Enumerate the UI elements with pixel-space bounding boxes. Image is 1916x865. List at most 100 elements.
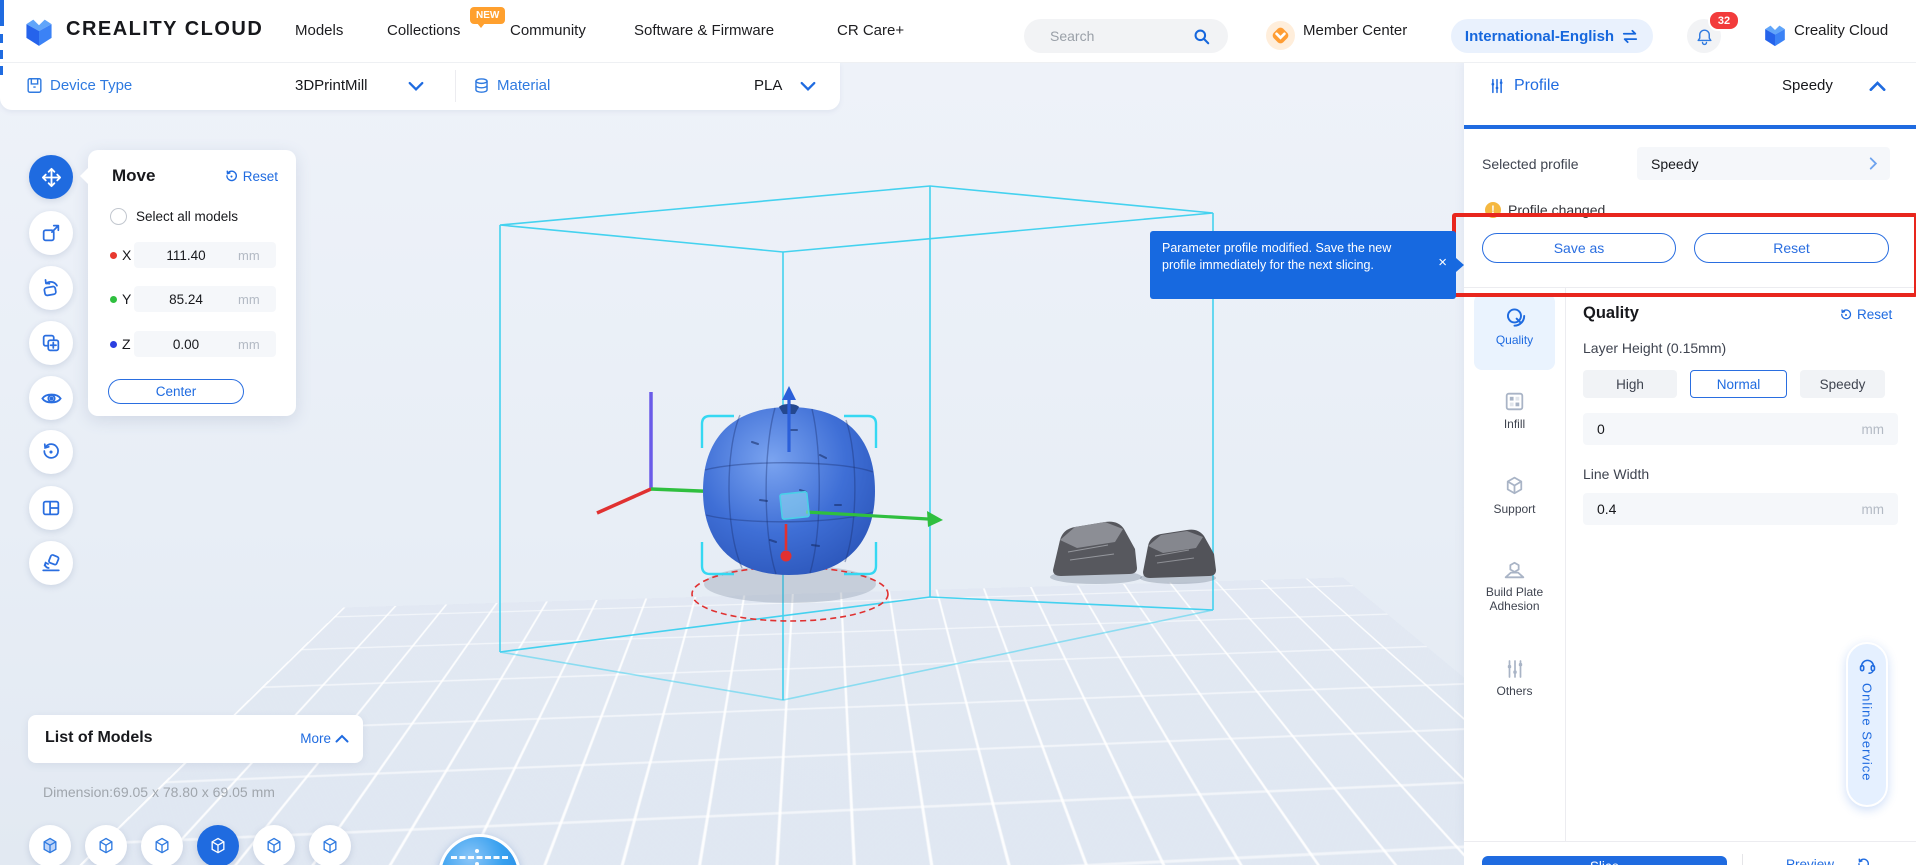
tool-move-button[interactable] (29, 155, 73, 199)
center-button[interactable]: Center (108, 379, 244, 404)
headset-icon (1858, 656, 1877, 675)
material-spool-icon (472, 76, 491, 95)
select-all-label: Select all models (136, 209, 238, 224)
x-position-value: 111.40 (134, 248, 238, 263)
view-orientation-button-5[interactable] (253, 825, 295, 865)
slice-footer-bar: Slice Preview (1464, 841, 1916, 865)
y-position-value: 85.24 (134, 292, 238, 307)
line-width-input[interactable]: 0.4 mm (1583, 493, 1898, 525)
profile-reset-button[interactable]: Reset (1694, 233, 1889, 263)
brand-wordmark[interactable]: CREALITY CLOUD (66, 18, 263, 41)
app-window: CREALITY CLOUD Models Collections Commun… (0, 0, 1916, 865)
reset-icon (1839, 308, 1853, 322)
collapse-chevron-up-icon[interactable] (1869, 80, 1886, 92)
dimension-readout: Dimension:69.05 x 78.80 x 69.05 mm (43, 784, 275, 800)
view-orientation-button-6[interactable] (309, 825, 351, 865)
account-avatar-icon[interactable] (1762, 22, 1788, 47)
profile-changed-text: Profile changed. (1508, 202, 1609, 218)
cube-view-icon (264, 836, 284, 856)
chevron-down-icon[interactable] (408, 81, 424, 92)
profile-changed-notice: ! Profile changed. (1485, 202, 1609, 218)
tab-support[interactable]: Support (1474, 474, 1555, 517)
split-view-icon (40, 497, 62, 519)
quality-section-title: Quality (1583, 304, 1639, 323)
preset-speedy-button[interactable]: Speedy (1800, 370, 1885, 398)
z-axis-dot (110, 341, 117, 348)
info-icon: ! (1485, 202, 1501, 218)
tab-quality[interactable]: Quality (1474, 294, 1555, 370)
divider (1565, 288, 1566, 841)
cube-view-icon (152, 836, 172, 856)
panel-accent-underline (1464, 125, 1916, 129)
save-as-button[interactable]: Save as (1482, 233, 1676, 263)
more-button[interactable]: More (300, 731, 349, 746)
tab-infill[interactable]: Infill (1474, 389, 1555, 432)
more-label: More (300, 731, 331, 746)
chevron-up-icon (335, 734, 349, 743)
nav-item-community[interactable]: Community (510, 22, 586, 39)
line-width-value: 0.4 (1597, 501, 1616, 517)
clone-icon (40, 332, 62, 354)
tool-split-view-button[interactable] (29, 486, 73, 530)
x-position-input[interactable]: 111.40 mm (134, 242, 276, 268)
device-type-value[interactable]: 3DPrintMill (295, 77, 368, 94)
tool-clone-button[interactable] (29, 321, 73, 365)
build-plate-adhesion-icon (1502, 557, 1527, 582)
new-badge: NEW (470, 7, 505, 24)
tool-reset-rotation-button[interactable] (29, 430, 73, 474)
layer-height-input[interactable]: 0 mm (1583, 413, 1898, 445)
preset-normal-button[interactable]: Normal (1690, 370, 1787, 398)
tool-scale-button[interactable] (29, 211, 73, 255)
move-reset-button[interactable]: Reset (224, 169, 278, 184)
selected-profile-value: Speedy (1651, 156, 1698, 172)
cube-view-icon (40, 836, 60, 856)
tab-others[interactable]: Others (1474, 657, 1555, 699)
tab-build-plate-adhesion[interactable]: Build Plate Adhesion (1474, 557, 1555, 614)
preview-refresh-icon[interactable] (1856, 857, 1871, 865)
slice-button[interactable]: Slice (1482, 856, 1727, 865)
tool-rotate-button[interactable] (29, 266, 73, 310)
tab-support-label: Support (1474, 503, 1555, 517)
tooltip-text: Parameter profile modified. Save the new… (1162, 241, 1391, 272)
account-label[interactable]: Creality Cloud (1794, 22, 1888, 39)
tool-lay-flat-button[interactable] (29, 541, 73, 585)
list-of-models-panel: List of Models More (28, 715, 363, 763)
y-position-input[interactable]: 85.24 mm (134, 286, 276, 312)
search-icon[interactable] (1192, 27, 1211, 46)
material-value[interactable]: PLA (754, 77, 782, 94)
member-center-label[interactable]: Member Center (1303, 22, 1407, 39)
search-bar[interactable] (1024, 19, 1228, 53)
view-orientation-button-1[interactable] (29, 825, 71, 865)
nav-item-models[interactable]: Models (295, 22, 343, 39)
search-input[interactable] (1048, 27, 1192, 45)
edge-accent (0, 66, 3, 75)
tool-view-button[interactable] (29, 376, 73, 420)
language-switcher[interactable]: International-English (1451, 19, 1653, 53)
axis-row-y: Y 85.24 mm (88, 286, 296, 312)
nav-item-collections[interactable]: Collections (387, 22, 460, 39)
online-service-button[interactable]: Online Service (1846, 642, 1888, 807)
tooltip-close-icon[interactable]: × (1438, 255, 1447, 270)
creality-logo-icon[interactable] (22, 15, 56, 47)
preset-high-button[interactable]: High (1583, 370, 1677, 398)
tab-infill-label: Infill (1474, 418, 1555, 432)
z-position-input[interactable]: 0.00 mm (134, 331, 276, 357)
view-orientation-button-3[interactable] (141, 825, 183, 865)
selected-profile-select[interactable]: Speedy (1637, 147, 1890, 180)
parameter-modified-tooltip: Parameter profile modified. Save the new… (1150, 231, 1456, 299)
move-reset-label: Reset (243, 169, 278, 184)
select-all-radio[interactable] (110, 208, 127, 225)
view-orientation-button-2[interactable] (85, 825, 127, 865)
infill-icon (1502, 389, 1527, 414)
move-panel-title: Move (112, 166, 155, 186)
preview-button[interactable]: Preview (1786, 857, 1834, 865)
chevron-down-icon[interactable] (800, 81, 816, 92)
nav-item-cr-care[interactable]: CR Care+ (837, 22, 904, 39)
member-center-icon[interactable] (1266, 21, 1295, 50)
swap-arrows-icon (1621, 28, 1639, 44)
edge-accent (0, 34, 3, 43)
view-orientation-button-4[interactable] (197, 825, 239, 865)
nav-item-software-firmware[interactable]: Software & Firmware (634, 22, 774, 39)
line-width-label: Line Width (1583, 466, 1649, 482)
quality-reset-button[interactable]: Reset (1839, 307, 1892, 322)
